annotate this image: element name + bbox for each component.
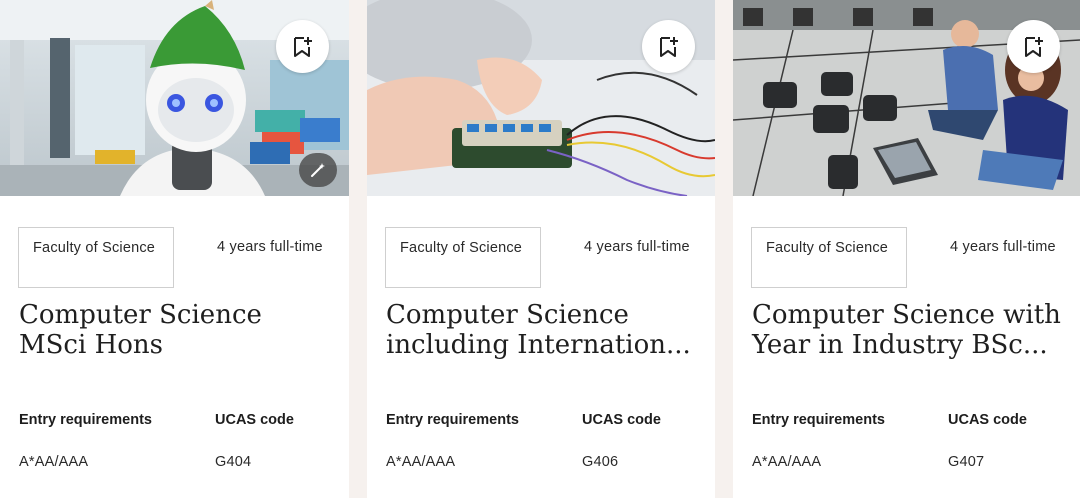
course-title-link[interactable]: Computer Science including Internation..… — [386, 300, 691, 360]
course-title: Computer Science including Internation..… — [386, 300, 701, 360]
course-card[interactable]: Faculty of Science 4 years full-time Com… — [367, 0, 715, 498]
ucas-code-value: G404 — [215, 454, 252, 470]
ucas-code-value: G406 — [582, 454, 619, 470]
course-card[interactable]: Faculty of Science 4 years full-time Com… — [0, 0, 349, 498]
bookmark-button[interactable] — [642, 20, 695, 73]
bookmark-add-icon — [293, 36, 312, 57]
bookmark-add-icon — [659, 36, 678, 57]
course-duration: 4 years full-time — [950, 239, 1056, 255]
course-card[interactable]: Faculty of Science 4 years full-time Com… — [733, 0, 1080, 498]
bookmark-button[interactable] — [1007, 20, 1060, 73]
faculty-tag: Faculty of Science — [751, 227, 907, 288]
magic-wand-button[interactable] — [299, 153, 337, 187]
entry-requirements-value: A*AA/AAA — [752, 454, 822, 470]
course-title: Computer Science MSci Hons — [19, 300, 334, 360]
ucas-code-label: UCAS code — [948, 412, 1027, 428]
course-title-link[interactable]: Computer Science MSci Hons — [19, 300, 262, 360]
faculty-tag: Faculty of Science — [18, 227, 174, 288]
course-title-link[interactable]: Computer Science with Year in Industry B… — [752, 300, 1061, 360]
faculty-tag: Faculty of Science — [385, 227, 541, 288]
entry-requirements-label: Entry requirements — [752, 412, 885, 428]
ucas-code-label: UCAS code — [215, 412, 294, 428]
entry-requirements-value: A*AA/AAA — [19, 454, 89, 470]
course-title: Computer Science with Year in Industry B… — [752, 300, 1067, 360]
ucas-code-label: UCAS code — [582, 412, 661, 428]
entry-requirements-value: A*AA/AAA — [386, 454, 456, 470]
bookmark-add-icon — [1024, 36, 1043, 57]
magic-wand-icon — [311, 163, 325, 177]
course-duration: 4 years full-time — [584, 239, 690, 255]
entry-requirements-label: Entry requirements — [19, 412, 152, 428]
entry-requirements-label: Entry requirements — [386, 412, 519, 428]
bookmark-button[interactable] — [276, 20, 329, 73]
course-duration: 4 years full-time — [217, 239, 323, 255]
ucas-code-value: G407 — [948, 454, 985, 470]
